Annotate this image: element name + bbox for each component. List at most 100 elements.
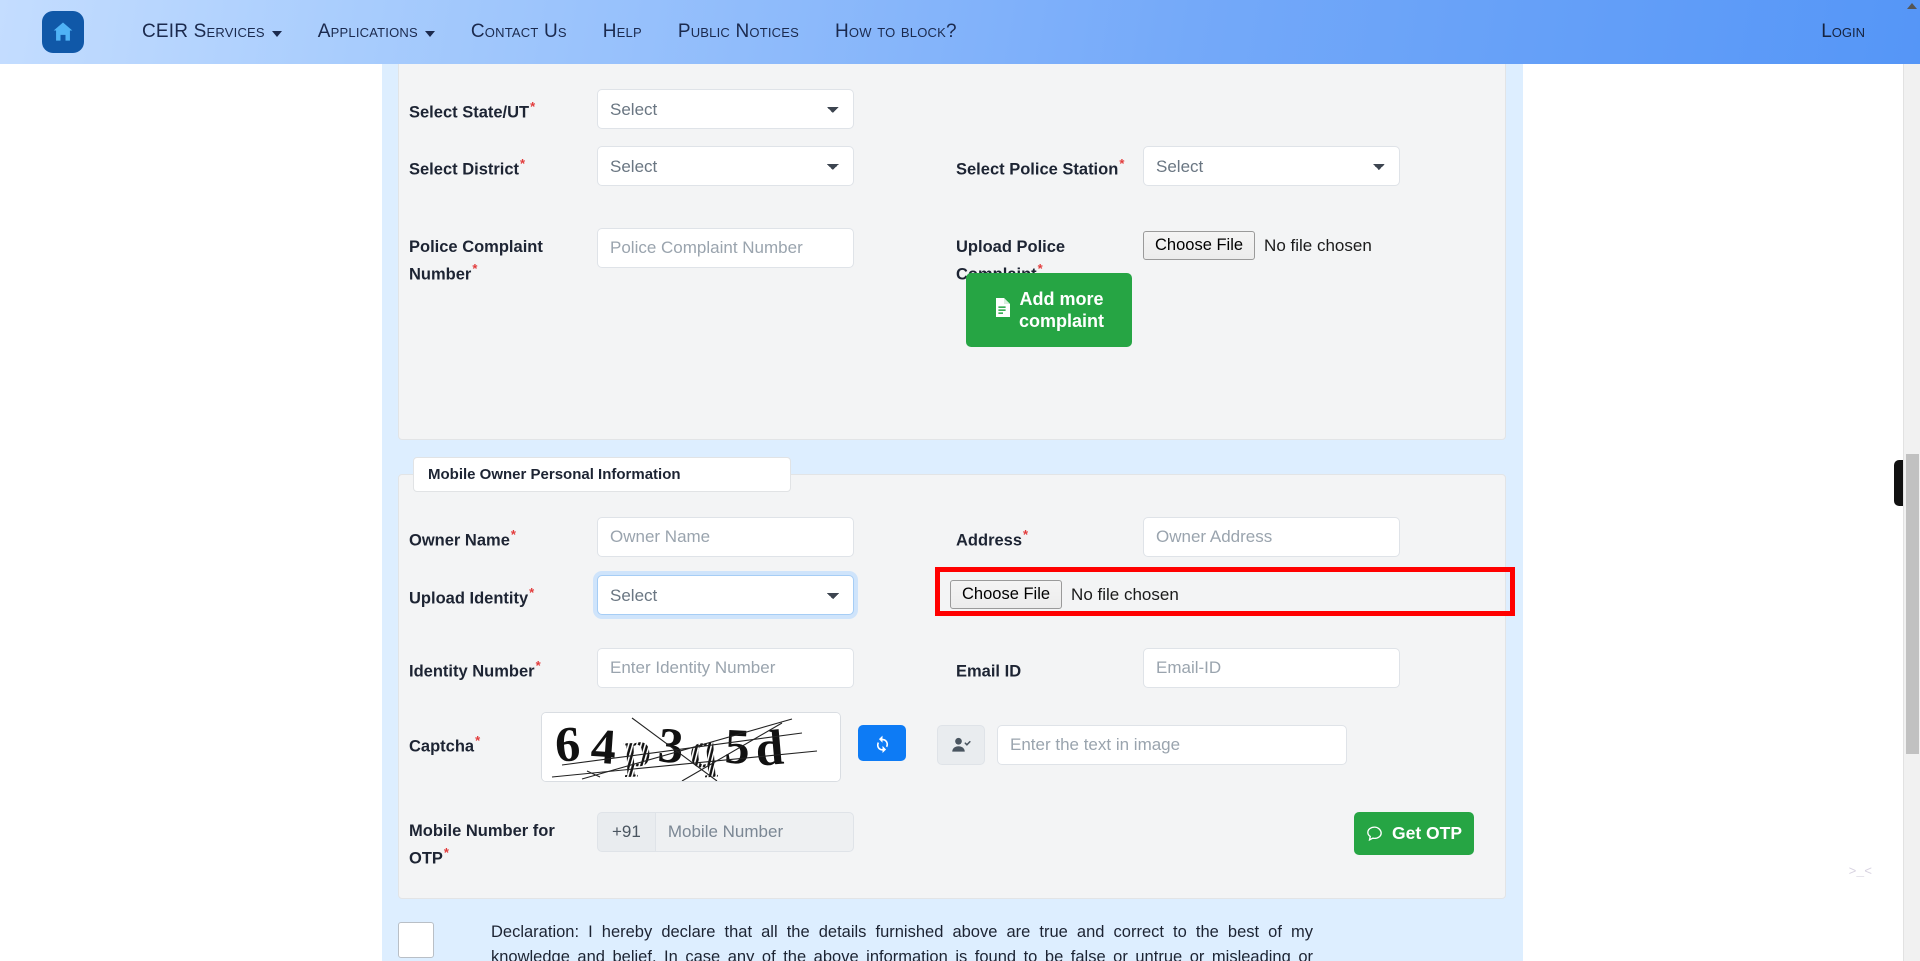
field-state-label: Select State/UT* — [409, 99, 536, 122]
field-complaint-number: Police Complaint Number* — [409, 227, 599, 287]
file-status-identity: No file chosen — [1071, 584, 1179, 604]
file-document-icon — [994, 297, 1010, 323]
field-upload-identity: Upload Identity* — [409, 575, 599, 611]
district-select[interactable]: Select — [597, 146, 854, 186]
choose-file-button-identity[interactable]: Choose File — [950, 580, 1063, 609]
field-police-station: Select Police Station* — [956, 146, 1126, 182]
get-otp-wrapper: Get OTP — [779, 807, 1474, 857]
nav-item-applications[interactable]: Applications — [318, 21, 435, 43]
upload-identity-select[interactable]: Select — [597, 575, 854, 615]
add-more-complaint-label: Add more complaint — [1018, 288, 1104, 332]
field-police-station-control: Select — [1143, 146, 1400, 186]
field-upload-identity-label: Upload Identity* — [409, 585, 535, 608]
state-select[interactable]: Select — [597, 89, 854, 129]
nav-item-label: Contact Us — [470, 21, 567, 42]
field-mobile-otp-label: Mobile Number for OTP* — [409, 822, 555, 868]
corner-watermark: >_< — [1848, 864, 1872, 879]
country-code-prefix: +91 — [597, 812, 655, 852]
chevron-down-icon — [271, 30, 282, 37]
nav-item-how-to-block[interactable]: How to block? — [835, 21, 957, 43]
page-scrollbar[interactable] — [1903, 64, 1920, 961]
required-marker: * — [472, 260, 478, 276]
required-marker: * — [443, 844, 449, 860]
get-otp-label: Get OTP — [1391, 823, 1462, 843]
captcha-char: 5 — [723, 718, 751, 775]
refresh-icon[interactable] — [858, 725, 906, 761]
nav-item-label: How to block? — [835, 21, 957, 42]
captcha-image: 6 4 p 3 q 5 d — [541, 712, 841, 782]
required-marker: * — [1023, 527, 1029, 542]
field-upload-complaint-control: Choose File No file chosen — [1143, 231, 1372, 260]
nav-item-label: CEIR Services — [142, 21, 265, 42]
field-complaint-number-label: Police Complaint Number* — [409, 238, 543, 284]
required-marker: * — [529, 585, 535, 600]
police-station-select[interactable]: Select — [1143, 146, 1400, 186]
field-mobile-otp: Mobile Number for OTP* — [409, 811, 599, 871]
home-icon[interactable] — [42, 11, 84, 53]
login-button[interactable]: Login — [1821, 21, 1865, 43]
field-email-label: Email ID — [956, 662, 1022, 681]
chat-bubble-icon — [1366, 825, 1383, 842]
scroll-up-arrow-icon[interactable] — [1907, 3, 1917, 9]
field-identity-number-label: Identity Number* — [409, 658, 541, 681]
owner-address-input[interactable] — [1143, 517, 1400, 557]
field-owner-name-control — [597, 517, 854, 557]
required-marker: * — [530, 99, 536, 114]
field-owner-name: Owner Name* — [409, 517, 599, 553]
field-identity-number-control — [597, 648, 854, 688]
field-complaint-number-control — [597, 228, 854, 268]
user-check-icon — [937, 725, 985, 765]
field-owner-name-label: Owner Name* — [409, 527, 516, 550]
get-otp-button[interactable]: Get OTP — [1354, 812, 1474, 855]
declaration-text: Declaration: I hereby declare that all t… — [491, 923, 1313, 961]
nav-item-contact-us[interactable]: Contact Us — [471, 21, 567, 43]
top-navbar: CEIR Services Applications Contact Us He… — [0, 0, 1920, 64]
required-marker: * — [475, 733, 481, 748]
declaration-checkbox[interactable] — [398, 922, 434, 958]
field-state-control: Select — [597, 89, 854, 129]
police-complaint-panel: Select State/UT* Select Select District*… — [398, 64, 1506, 440]
identity-number-input[interactable] — [597, 648, 854, 688]
field-email: Email ID — [956, 648, 1126, 684]
nav-item-public-notices[interactable]: Public Notices — [678, 21, 799, 43]
captcha-refresh-wrapper — [858, 725, 906, 761]
nav-item-label: Public Notices — [677, 21, 800, 42]
chevron-down-icon — [424, 30, 435, 37]
captcha-input-group — [937, 725, 985, 765]
identity-file-highlight-box: Choose File No file chosen — [935, 567, 1515, 616]
field-address: Address* — [956, 517, 1126, 553]
required-marker: * — [535, 658, 541, 673]
required-marker: * — [510, 527, 516, 542]
identity-file-control: Choose File No file chosen — [950, 580, 1500, 609]
field-district-control: Select — [597, 146, 854, 186]
required-marker: * — [520, 156, 526, 171]
choose-file-button-complaint[interactable]: Choose File — [1143, 231, 1256, 260]
field-district: Select District* — [409, 146, 599, 182]
captcha-image-wrapper: 6 4 p 3 q 5 d — [541, 712, 841, 782]
add-more-complaint-button[interactable]: Add more complaint — [966, 273, 1132, 347]
field-email-control — [1143, 648, 1400, 688]
nav-item-ceir-services[interactable]: CEIR Services — [142, 21, 282, 43]
nav-item-help[interactable]: Help — [603, 21, 642, 43]
required-marker: * — [1119, 156, 1125, 171]
nav-item-label: Applications — [317, 21, 418, 42]
page-body: Select State/UT* Select Select District*… — [0, 64, 1898, 961]
nav-item-label: Help — [602, 21, 642, 42]
field-address-control — [1143, 517, 1400, 557]
captcha-char: d — [753, 719, 786, 777]
captcha-input[interactable] — [997, 725, 1347, 765]
field-district-label: Select District* — [409, 156, 526, 179]
email-input[interactable] — [1143, 648, 1400, 688]
file-status-complaint: No file chosen — [1264, 235, 1372, 255]
side-drawer-handle[interactable] — [1894, 460, 1903, 506]
owner-personal-info-panel: Mobile Owner Personal Information Owner … — [398, 457, 1515, 899]
field-state: Select State/UT* — [409, 89, 599, 125]
field-upload-identity-control: Select — [597, 575, 854, 615]
field-identity-number: Identity Number* — [409, 648, 599, 684]
scrollbar-thumb[interactable] — [1906, 454, 1919, 754]
nav-links: CEIR Services Applications Contact Us He… — [124, 21, 1821, 43]
form-container: Select State/UT* Select Select District*… — [382, 64, 1523, 961]
police-complaint-number-input[interactable] — [597, 228, 854, 268]
field-police-station-label: Select Police Station* — [956, 156, 1125, 179]
owner-name-input[interactable] — [597, 517, 854, 557]
